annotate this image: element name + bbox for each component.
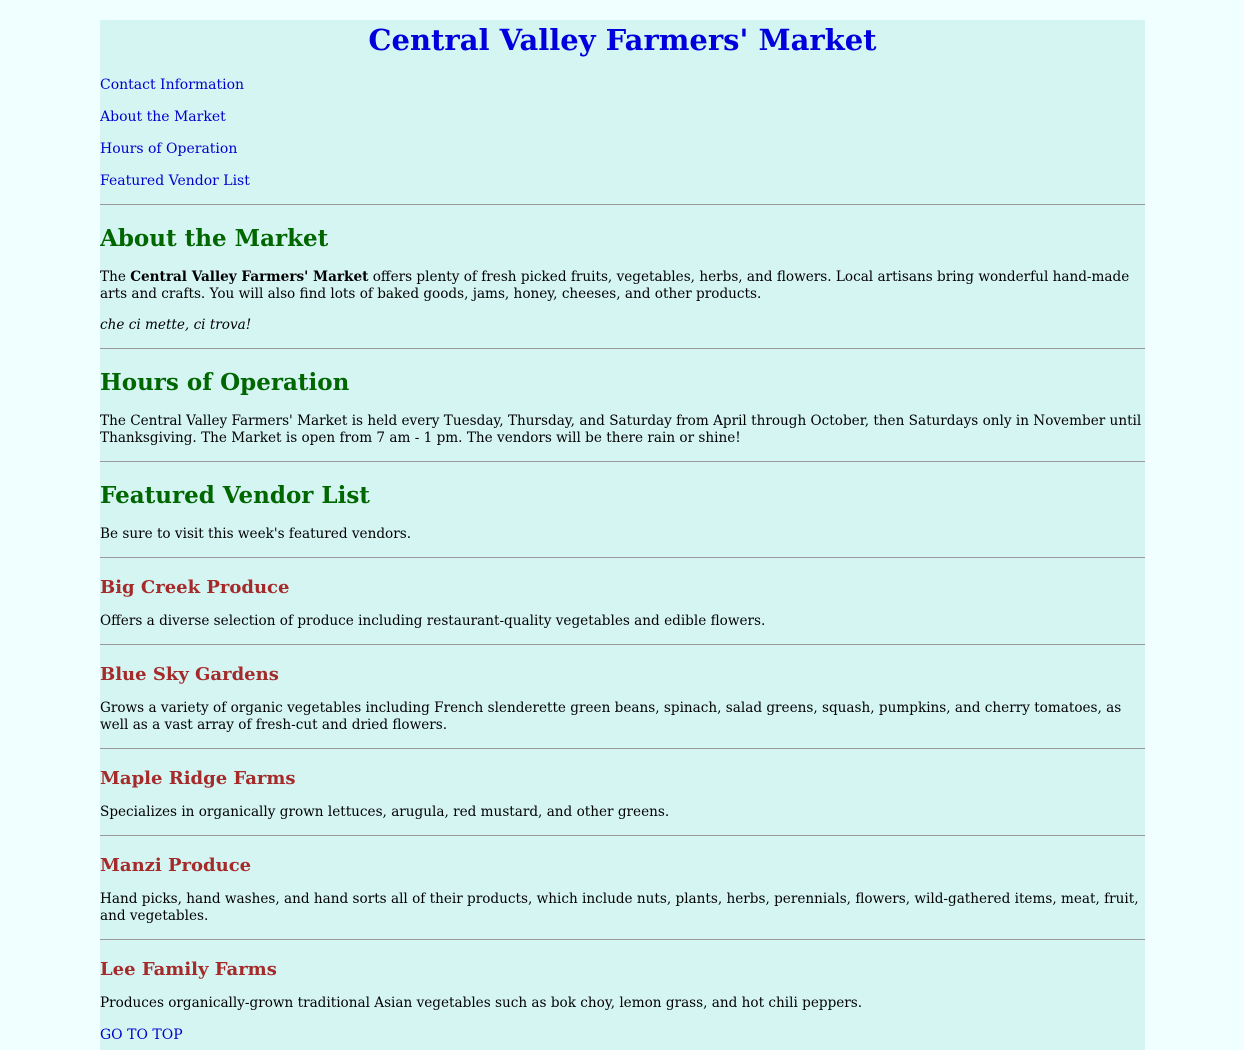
page-content: Central Valley Farmers' Market Contact I…: [100, 20, 1145, 1050]
nav-link-contact[interactable]: Contact Information: [100, 76, 1145, 94]
hours-text: The Central Valley Farmers' Market is he…: [100, 413, 1142, 446]
about-intro-prefix: The: [100, 269, 131, 285]
market-name-bold: Central Valley Farmers' Market: [130, 269, 369, 285]
vendor-item: Blue Sky Gardens Grows a variety of orga…: [100, 664, 1145, 734]
vendor-item: Maple Ridge Farms Specializes in organic…: [100, 768, 1145, 821]
nav-link-about[interactable]: About the Market: [100, 108, 1145, 126]
divider: [100, 461, 1145, 462]
divider: [100, 204, 1145, 205]
market-motto: che ci mette, ci trova!: [100, 317, 252, 333]
vendor-description: Specializes in organically grown lettuce…: [100, 804, 670, 820]
vendor-description: Produces organically-grown traditional A…: [100, 995, 863, 1011]
page-title: Central Valley Farmers' Market: [368, 23, 877, 57]
vendor-name: Big Creek Produce: [100, 577, 290, 598]
about-intro: The Central Valley Farmers' Market offer…: [100, 269, 1145, 303]
hours-heading: Hours of Operation: [100, 369, 350, 396]
go-to-top-link[interactable]: GO TO TOP: [100, 1026, 1145, 1044]
divider: [100, 939, 1145, 940]
divider: [100, 748, 1145, 749]
vendor-name: Blue Sky Gardens: [100, 664, 279, 685]
about-heading: About the Market: [100, 225, 329, 252]
about-section: About the Market The Central Valley Farm…: [100, 226, 1145, 334]
divider: [100, 557, 1145, 558]
vendor-name: Lee Family Farms: [100, 959, 277, 980]
nav-link-hours[interactable]: Hours of Operation: [100, 140, 1145, 158]
vendor-item: Big Creek Produce Offers a diverse selec…: [100, 577, 1145, 630]
vendor-item: Lee Family Farms Produces organically-gr…: [100, 959, 1145, 1012]
hours-section: Hours of Operation The Central Valley Fa…: [100, 370, 1145, 447]
main-nav: Contact Information About the Market Hou…: [100, 76, 1145, 190]
vendors-intro: Be sure to visit this week's featured ve…: [100, 526, 412, 542]
divider: [100, 835, 1145, 836]
divider: [100, 348, 1145, 349]
vendor-description: Grows a variety of organic vegetables in…: [100, 700, 1122, 733]
vendors-heading: Featured Vendor List: [100, 482, 370, 509]
divider: [100, 644, 1145, 645]
vendor-name: Maple Ridge Farms: [100, 768, 296, 789]
vendor-description: Offers a diverse selection of produce in…: [100, 613, 766, 629]
vendor-item: Manzi Produce Hand picks, hand washes, a…: [100, 855, 1145, 925]
nav-link-vendors[interactable]: Featured Vendor List: [100, 172, 1145, 190]
vendors-section: Featured Vendor List Be sure to visit th…: [100, 483, 1145, 543]
vendor-name: Manzi Produce: [100, 855, 252, 876]
vendor-description: Hand picks, hand washes, and hand sorts …: [100, 891, 1139, 924]
